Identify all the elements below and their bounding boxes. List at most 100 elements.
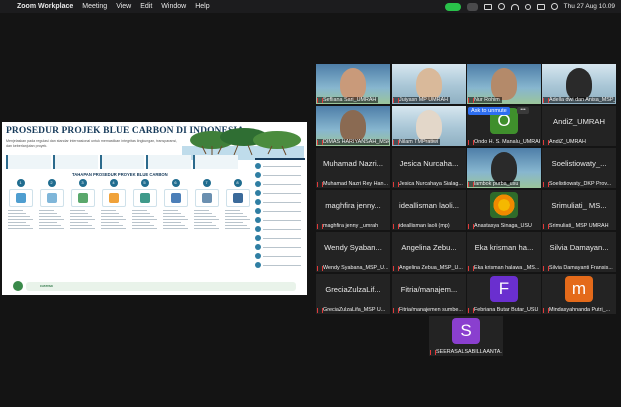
participant-caption: lambok purba_usu [468,181,521,187]
participant-tile[interactable]: lambok purba_usu [467,148,541,188]
participant-name: Soelistiowaty_... [551,159,607,168]
menu-view[interactable]: View [116,0,131,13]
footer-note: CATATAN [26,282,296,291]
participant-caption: Mindasyahnanda Putri_... [543,307,610,313]
step-icon [194,189,219,207]
ask-to-unmute-button[interactable]: Ask to unmute [468,107,510,115]
participant-tile[interactable]: Nilam TMPratiwi [392,106,466,146]
participant-tile[interactable]: Fitria/manajem... Fitria/manajemen sumbe.… [392,274,466,314]
process-step: 7 [192,179,221,279]
participant-video [416,68,442,100]
timeline-row [6,155,238,169]
side-panel-header [255,158,305,160]
participant-caption: Febriana Butar Butar_USU [468,307,538,313]
search-icon[interactable] [524,3,531,10]
process-step: 4 [99,179,128,279]
participant-caption: ideallisman laoli (mp) [393,223,450,229]
participant-tile[interactable]: maghfira jenny... maghfira jenny _umrah [316,190,390,230]
step-icon [132,189,157,207]
steps-row: 1 2 3 4 5 6 7 8 [6,179,252,279]
participant-caption: Adella dwi dan Anisa_MSP_... [543,97,615,103]
slide-subtitle: Menjelaskan pada regulasi dan standar in… [6,139,178,148]
participant-tile[interactable]: Srimuliati_ MS... Srimuliati_ MSP UMRAH [542,190,616,230]
step-number: 1 [16,179,25,187]
participant-caption: Ondo H. S. Manalu_UMRAH [468,139,540,145]
participant-tile[interactable]: AndiZ_UMRAH AndiZ_UMRAH [542,106,616,146]
participant-name: Muhamad Nazri... [323,159,383,168]
siri-icon[interactable] [550,3,558,10]
play-icon[interactable] [497,3,505,10]
step-icon [39,189,64,207]
participant-tile[interactable]: Sefliana Sari_UMRAH [316,64,390,104]
participant-name: Angelina Zebu... [401,243,457,252]
step-icon [101,189,126,207]
clock[interactable]: Thu 27 Aug 10.09 [564,3,615,10]
step-icon [163,189,188,207]
participant-caption: Jesica Nurcahaya Sialag... [393,181,463,187]
menu-window[interactable]: Window [161,0,186,13]
participant-name: AndiZ_UMRAH [553,117,605,126]
timeline-card [99,155,145,169]
participant-video [491,68,517,100]
profile-photo [490,192,518,218]
step-number: 7 [202,179,211,187]
participant-caption: SEERASALSABILLAANTA... [430,349,502,355]
menu-app-name[interactable]: Zoom Workplace [17,0,73,13]
zoom-status-icon[interactable] [466,2,478,11]
status-area: Thu 27 Aug 10.09 [444,0,615,13]
menu-help[interactable]: Help [195,0,209,13]
steps-title: TAHAPAN PROSEDUR PROYEK BLUE CARBON [72,172,168,177]
participant-tile[interactable]: ideallisman laoli... ideallisman laoli (m… [392,190,466,230]
participant-caption: DIMAS HARIYANSAH_MSP_... [317,139,389,145]
participant-tile[interactable]: Jesica Nurcaha... Jesica Nurcahaya Sialag… [392,148,466,188]
participant-tile[interactable]: F Febriana Butar Butar_USU [467,274,541,314]
participant-tile[interactable]: Soelistiowaty_... Soelistiowaty_DKP Prov.… [542,148,616,188]
participant-name: Fitria/manajem... [400,285,458,294]
participant-tile[interactable]: Nur Rohim [467,64,541,104]
participant-caption: Angelina Zebua_MSP_U... [393,265,463,271]
participant-tile[interactable]: Angelina Zebu... Angelina Zebua_MSP_U... [392,232,466,272]
step-number: 5 [140,179,149,187]
step-number: 6 [171,179,180,187]
more-options-button[interactable]: ••• [517,107,529,114]
menu-meeting[interactable]: Meeting [82,0,107,13]
screen-mirror-icon[interactable] [483,3,492,10]
participant-tile[interactable]: S SEERASALSABILLAANTA... [429,316,503,356]
participant-caption: Eka krisman halawa _MS... [468,265,539,271]
wifi-icon[interactable] [510,3,519,10]
participant-tile[interactable]: Juiyasn MP UMRAH [392,64,466,104]
step-number: 2 [47,179,56,187]
timeline-card [193,155,238,169]
participant-tile[interactable]: Eka krisman ha... Eka krisman halawa _MS.… [467,232,541,272]
participant-caption: Soelistiowaty_DKP Prov... [543,181,611,187]
participant-name: ideallisman laoli... [399,201,459,210]
participant-caption: Nur Rohim [468,97,502,103]
step-number: 8 [233,179,242,187]
participant-tile[interactable]: DIMAS HARIYANSAH_MSP_... [316,106,390,146]
process-step: 8 [223,179,252,279]
menu-bar: Zoom Workplace Meeting View Edit Window … [0,0,621,13]
participant-tile[interactable]: Adella dwi dan Anisa_MSP_... [542,64,616,104]
participant-caption: Wendy Syabana_MSP_U... [317,265,389,271]
participant-tile[interactable]: Wendy Syaban... Wendy Syabana_MSP_U... [316,232,390,272]
participant-tile[interactable]: O Ondo H. S. Manalu_UMRAH Ask to unmute ••• [467,106,541,146]
participant-tile[interactable]: Anastasya Sinaga_USU [467,190,541,230]
participant-caption: Muhamad Nazri Rey Han... [317,181,388,187]
participant-tile[interactable]: GreciaZulzaLif... GreciaZulzaLifa_MSP U..… [316,274,390,314]
participant-caption: Srimuliati_ MSP UMRAH [543,223,609,229]
participant-name: Wendy Syaban... [324,243,382,252]
step-number: 3 [78,179,87,187]
participant-video [416,110,442,142]
control-center-icon[interactable] [536,3,545,10]
camera-indicator-icon[interactable] [444,2,461,11]
timeline-card [52,155,98,169]
step-icon [8,189,33,207]
menu-edit[interactable]: Edit [140,0,152,13]
participant-tile[interactable]: Muhamad Nazri... Muhamad Nazri Rey Han... [316,148,390,188]
note-icon [13,281,23,291]
participant-tile[interactable]: m Mindasyahnanda Putri_... [542,274,616,314]
participant-caption: Juiyasn MP UMRAH [393,97,451,103]
avatar: S [452,318,480,344]
process-step: 3 [68,179,97,279]
participant-tile[interactable]: Silvia Damayan... Silvia Damayanti Fransi… [542,232,616,272]
